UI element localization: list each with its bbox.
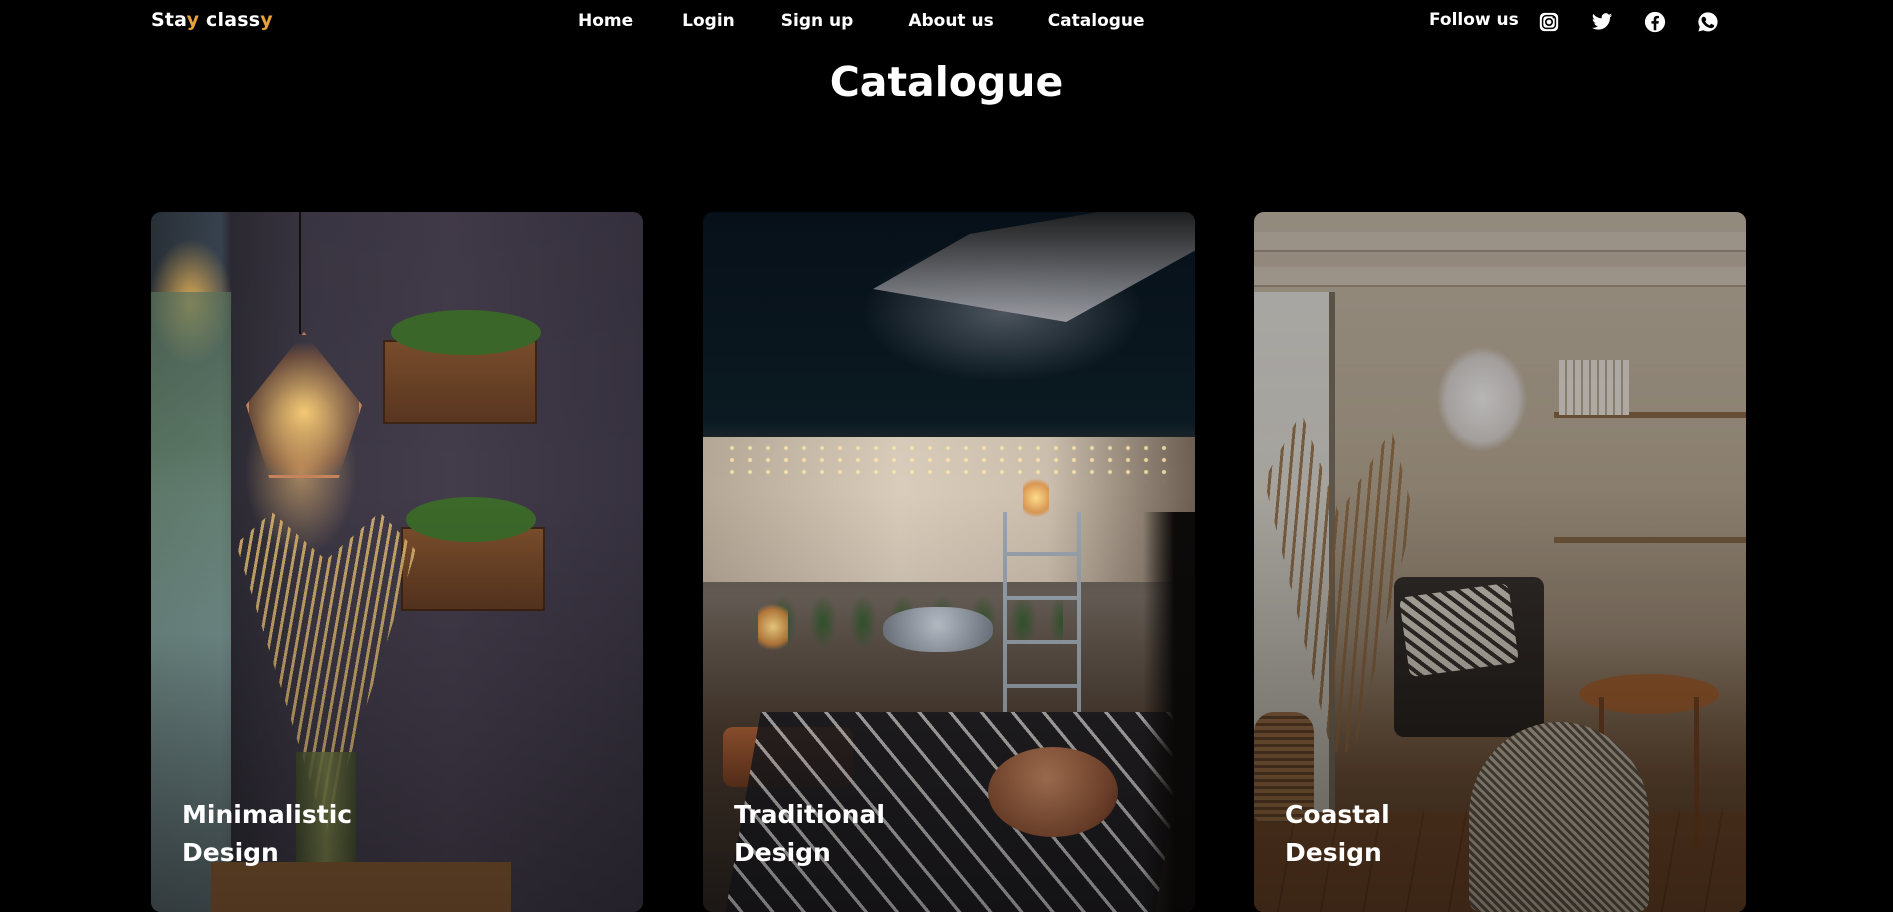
logo-accent-2: y [260, 9, 273, 31]
follow-us-label: Follow us [1429, 10, 1519, 30]
whatsapp-icon[interactable] [1696, 10, 1720, 34]
nav-about-link[interactable]: About us [908, 11, 993, 31]
logo-text-part2: class [199, 9, 261, 31]
nav-catalogue-link[interactable]: Catalogue [1048, 11, 1145, 31]
instagram-icon[interactable] [1537, 10, 1561, 34]
nav-signup-link[interactable]: Sign up [781, 11, 854, 31]
catalogue-card-traditional[interactable]: Traditional Design [703, 212, 1195, 912]
card-title-line2: Design [734, 838, 831, 867]
catalogue-card-minimalistic[interactable]: Minimalistic Design [151, 212, 643, 912]
card-title-line2: Design [182, 838, 279, 867]
catalogue-card-coastal[interactable]: Coastal Design [1254, 212, 1746, 912]
logo-accent-1: y [186, 9, 200, 31]
facebook-icon[interactable] [1643, 10, 1667, 34]
page-title: Catalogue [829, 58, 1064, 106]
card-title-line1: Traditional [734, 800, 885, 829]
logo-text-part1: Sta [151, 9, 187, 31]
card-title-line2: Design [1285, 838, 1382, 867]
main-menu: Home Login Sign up About us Catalogue [578, 11, 1198, 31]
nav-home-link[interactable]: Home [578, 11, 633, 31]
card-title: Minimalistic Design [182, 796, 382, 872]
card-title-line1: Minimalistic [182, 800, 353, 829]
card-title: Traditional Design [734, 796, 934, 872]
card-title: Coastal Design [1285, 796, 1485, 872]
top-navbar: Stay classy Home Login Sign up About us … [0, 0, 1893, 44]
twitter-icon[interactable] [1590, 10, 1614, 34]
site-logo[interactable]: Stay classy [151, 9, 273, 31]
social-links [1537, 10, 1720, 34]
nav-login-link[interactable]: Login [682, 11, 735, 31]
card-title-line1: Coastal [1285, 800, 1390, 829]
